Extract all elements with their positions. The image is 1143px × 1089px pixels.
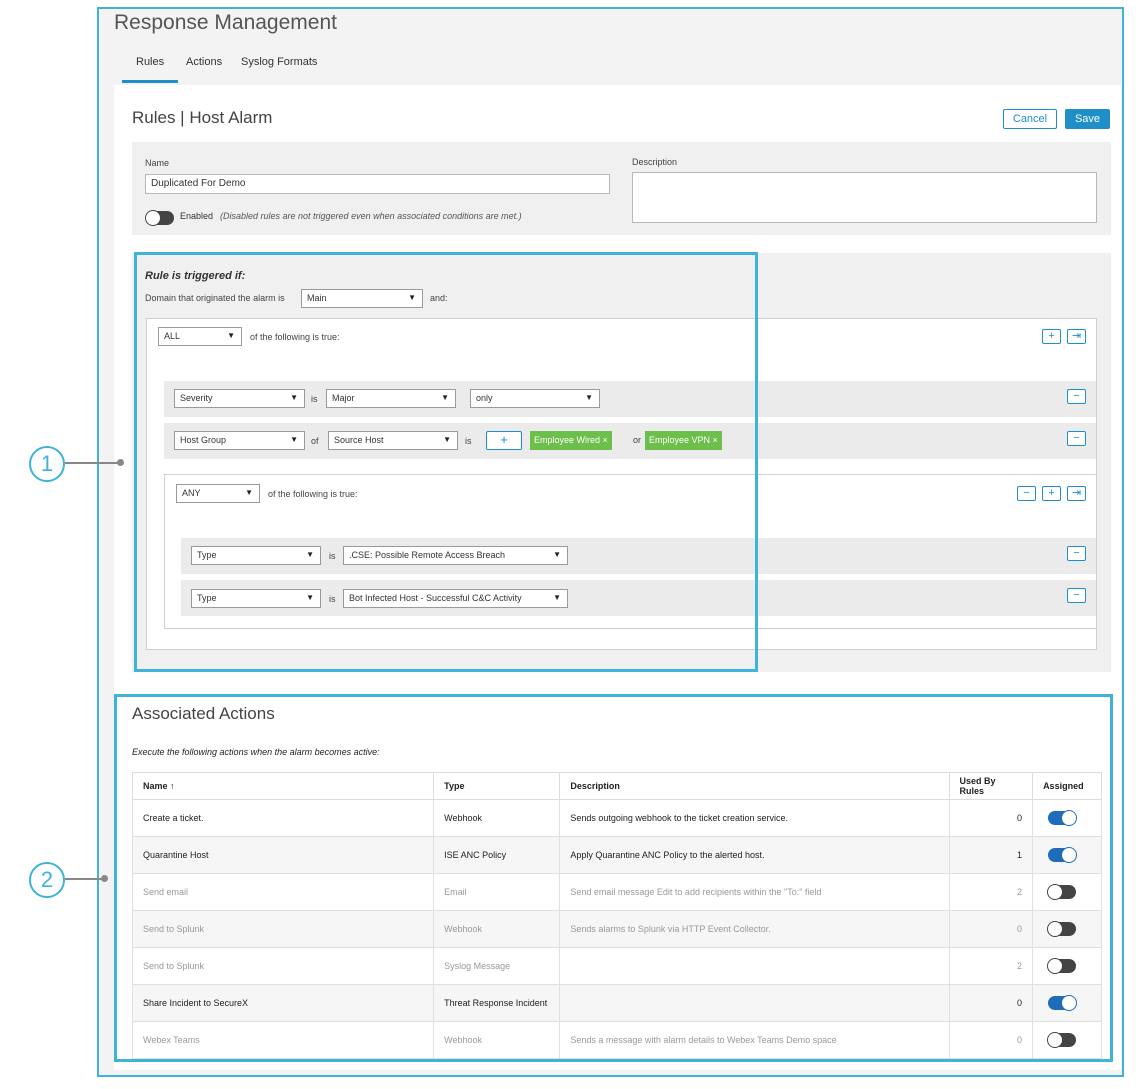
callout-box-rule-conditions (134, 252, 758, 672)
tab-actions[interactable]: Actions (186, 56, 222, 68)
callout-leader-2 (65, 878, 103, 880)
remove-group-button[interactable]: − (1017, 486, 1036, 501)
description-label: Description (632, 157, 678, 167)
add-condition-button[interactable]: + (1042, 329, 1061, 344)
app-title: Response Management (114, 11, 337, 34)
save-button[interactable]: Save (1065, 109, 1110, 129)
callout-box-associated-actions (114, 694, 1113, 1062)
add-inner-group-button[interactable]: ⇥ (1067, 486, 1086, 501)
page-title: Rules | Host Alarm (132, 108, 273, 127)
enabled-toggle[interactable] (145, 210, 174, 226)
callout-marker-1: 1 (29, 446, 65, 482)
remove-hostgroup-button[interactable]: − (1067, 431, 1086, 446)
remove-severity-button[interactable]: − (1067, 389, 1086, 404)
cancel-button[interactable]: Cancel (1003, 109, 1057, 129)
name-label: Name (145, 158, 170, 168)
toggle-knob (145, 210, 161, 226)
remove-type-condition-1-button[interactable]: − (1067, 546, 1086, 561)
enabled-note: (Disabled rules are not triggered even w… (220, 211, 522, 221)
description-field[interactable] (632, 172, 1097, 223)
callout-leader-1 (65, 462, 119, 464)
add-inner-condition-button[interactable]: + (1042, 486, 1061, 501)
callout-dot-2 (101, 875, 108, 882)
name-field[interactable]: Duplicated For Demo (145, 174, 610, 194)
callout-dot-1 (117, 459, 124, 466)
callout-marker-2: 2 (29, 862, 65, 898)
tab-rules[interactable]: Rules (121, 56, 179, 83)
remove-type-condition-2-button[interactable]: − (1067, 588, 1086, 603)
add-group-button[interactable]: ⇥ (1067, 329, 1086, 344)
enabled-label: Enabled (180, 211, 214, 221)
tab-syslog-formats[interactable]: Syslog Formats (241, 56, 317, 68)
